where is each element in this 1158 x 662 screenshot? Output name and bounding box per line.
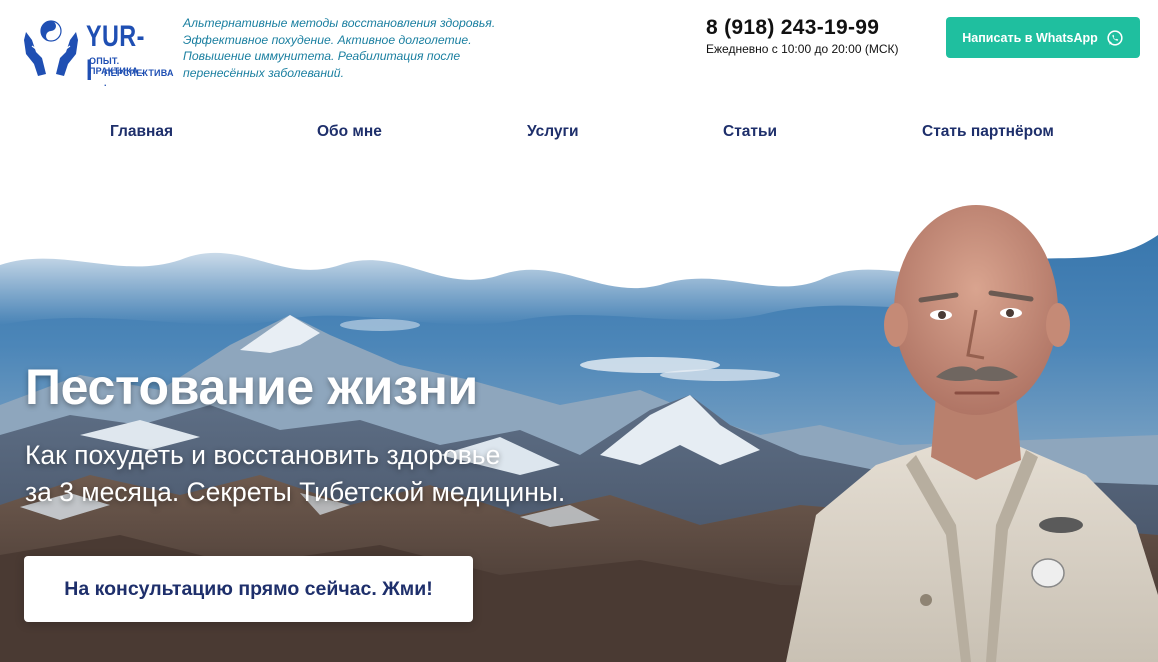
working-hours: Ежедневно с 10:00 до 20:00 (МСК): [706, 42, 899, 56]
whatsapp-button-label: Написать в WhatsApp: [962, 30, 1098, 45]
logo-slogan-line2: ПЕРСПЕКТИВА .: [104, 68, 174, 88]
tagline-line: перенесённых заболеваний.: [183, 65, 344, 80]
yin-yang-hands-icon: [24, 20, 78, 76]
site-header: YUR-I ОПЫТ. ПРАКТИКА . ПЕРСПЕКТИВА . Аль…: [0, 0, 1158, 100]
nav-item-articles[interactable]: Статьи: [723, 123, 777, 141]
whatsapp-button[interactable]: Написать в WhatsApp: [946, 17, 1140, 58]
whatsapp-icon: [1107, 29, 1123, 46]
hero-section: Пестование жизни Как похудеть и восстано…: [0, 175, 1158, 662]
hero-subtitle: Как похудеть и восстановить здоровье за …: [25, 437, 565, 511]
hero-title: Пестование жизни: [25, 359, 478, 415]
hero-subtitle-line2: за 3 месяца. Секреты Тибетской медицины.: [25, 477, 566, 507]
author-portrait: [786, 205, 1158, 662]
nav-item-home[interactable]: Главная: [110, 123, 173, 141]
consultation-button[interactable]: На консультацию прямо сейчас. Жми!: [24, 556, 473, 622]
nav-item-services[interactable]: Услуги: [527, 123, 579, 141]
main-navigation: Главная Обо мне Услуги Статьи Стать парт…: [0, 112, 1158, 152]
tagline-line: Повышение иммунитета. Реабилитация после: [183, 49, 461, 63]
phone-link[interactable]: 8 (918) 243-19-99: [706, 16, 879, 40]
hero-subtitle-line1: Как похудеть и восстановить здоровье: [25, 440, 501, 470]
nav-item-partner[interactable]: Стать партнёром: [922, 123, 1054, 141]
tagline-line: Альтернативные методы восстановления здо…: [183, 16, 496, 30]
site-logo[interactable]: YUR-I ОПЫТ. ПРАКТИКА . ПЕРСПЕКТИВА .: [22, 18, 173, 88]
nav-item-about[interactable]: Обо мне: [317, 123, 382, 141]
site-tagline: Альтернативные методы восстановления здо…: [183, 15, 563, 81]
tagline-line: Эффективное похудение. Активное долголет…: [183, 32, 472, 47]
